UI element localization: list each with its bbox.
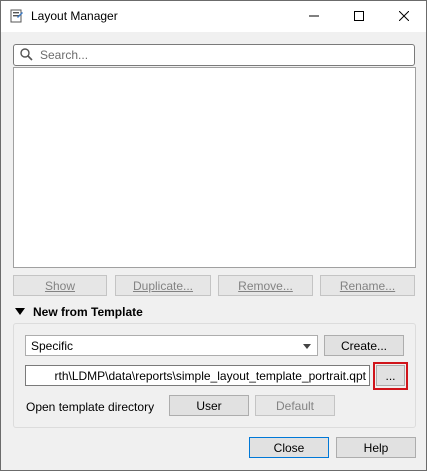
rename-button-label: Rename... (339, 278, 396, 293)
default-button[interactable]: Default (255, 395, 335, 416)
show-button[interactable]: Show (13, 275, 107, 296)
help-button-label: Help (363, 440, 389, 455)
remove-button[interactable]: Remove... (218, 275, 313, 296)
open-template-directory-label: Open template directory (26, 400, 155, 414)
duplicate-button[interactable]: Duplicate... (115, 275, 211, 296)
rename-button[interactable]: Rename... (320, 275, 415, 296)
template-type-select[interactable]: Specific (25, 335, 318, 356)
template-section-title: New from Template (33, 305, 143, 319)
close-window-button[interactable] (381, 1, 426, 31)
maximize-button[interactable] (336, 1, 381, 31)
window-title: Layout Manager (31, 9, 118, 23)
remove-button-label: Remove... (238, 278, 293, 293)
duplicate-button-label: Duplicate... (132, 278, 194, 293)
layout-manager-app-icon (10, 9, 23, 23)
show-button-label: Show (44, 278, 76, 293)
layout-manager-window: Layout Manager Show Duplicate... Remove.… (0, 0, 427, 471)
close-icon (398, 11, 409, 21)
title-bar[interactable]: Layout Manager (1, 1, 426, 32)
user-button[interactable]: User (169, 395, 249, 416)
template-section-header[interactable]: New from Template (15, 305, 143, 319)
collapse-triangle-icon (15, 308, 25, 315)
maximize-icon (353, 11, 364, 21)
search-icon (20, 48, 33, 61)
create-button-label: Create... (340, 338, 388, 353)
template-path-value: rth\LDMP\data\reports\simple_layout_temp… (54, 369, 367, 383)
help-button[interactable]: Help (336, 437, 416, 458)
default-button-label: Default (275, 398, 315, 413)
search-field[interactable] (13, 44, 415, 66)
create-button[interactable]: Create... (324, 335, 404, 356)
template-path-field[interactable]: rth\LDMP\data\reports\simple_layout_temp… (25, 365, 370, 386)
layout-list[interactable] (13, 67, 416, 268)
search-input[interactable] (40, 47, 400, 63)
browse-highlight-box (373, 362, 408, 390)
close-button-label: Close (273, 440, 305, 455)
user-button-label: User (196, 398, 222, 413)
template-type-value: Specific (31, 339, 74, 353)
close-button[interactable]: Close (249, 437, 329, 458)
chevron-down-icon (303, 344, 311, 349)
minimize-button[interactable] (291, 1, 336, 31)
minimize-icon (308, 15, 319, 17)
